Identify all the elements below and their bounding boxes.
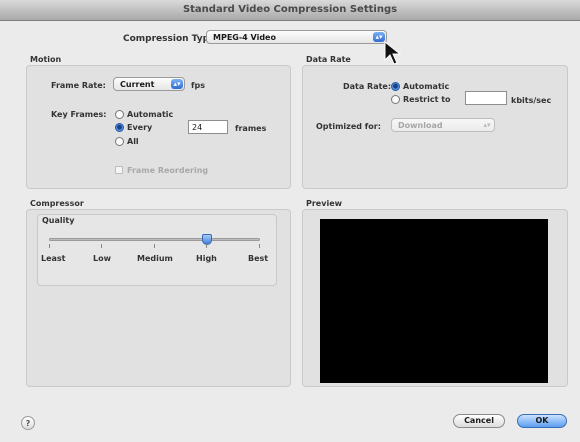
data-rate-label: Data Rate: [343,82,392,91]
optimized-for-popup[interactable]: Download ▴▾ [391,118,495,132]
quality-tick-medium: Medium [137,254,173,263]
motion-group-title: Motion [30,55,62,64]
compressor-group-title: Compressor [30,199,84,208]
quality-tick [101,244,102,248]
data-rate-restrict-radio[interactable] [391,95,400,104]
compression-type-label: Compression Type: [123,34,219,44]
quality-tick-best: Best [248,254,269,263]
quality-tick [49,244,50,248]
frame-rate-unit: fps [191,81,205,90]
cancel-button[interactable]: Cancel [453,414,505,428]
help-button[interactable]: ? [21,416,35,430]
quality-tick-low: Low [93,254,111,263]
quality-tick [259,244,260,248]
quality-tick [206,244,207,248]
data-rate-unit: kbits/sec [511,96,552,105]
frame-reordering-label: Frame Reordering [127,166,209,175]
popup-arrows-icon: ▴▾ [171,79,183,89]
key-frames-every-radio[interactable] [115,123,124,132]
key-frames-all-label: All [127,137,139,146]
frame-rate-value: Current [120,80,155,89]
window-title: Standard Video Compression Settings [182,4,398,15]
quality-tick [154,244,155,248]
ok-button[interactable]: OK [517,414,567,428]
frame-rate-label: Frame Rate: [51,81,106,90]
compression-settings-window: Standard Video Compression Settings Comp… [0,0,580,442]
quality-tick-high: High [196,254,217,263]
quality-label: Quality [42,216,75,225]
frame-reordering-checkbox[interactable] [115,166,123,174]
quality-tick-least: Least [41,254,66,263]
frame-rate-popup[interactable]: Current ▴▾ [113,77,185,91]
data-rate-group-title: Data Rate [306,55,351,64]
preview-area [320,219,548,383]
data-rate-restrict-label: Restrict to [403,95,451,104]
data-rate-restrict-field[interactable] [465,91,507,105]
key-frames-every-label: Every [127,123,153,132]
title-bar[interactable]: Standard Video Compression Settings [0,0,580,21]
optimized-for-label: Optimized for: [316,122,381,131]
key-frames-every-unit: frames [235,124,267,133]
data-rate-automatic-radio[interactable] [391,82,400,91]
key-frames-automatic-radio[interactable] [115,110,124,119]
compression-type-value: MPEG-4 Video [213,33,276,42]
popup-arrows-icon: ▴▾ [483,121,491,129]
preview-group-title: Preview [306,199,343,208]
compression-type-popup[interactable]: MPEG-4 Video ▴▾ [206,30,387,44]
mouse-pointer-icon [384,40,402,65]
key-frames-automatic-label: Automatic [127,110,174,119]
key-frames-every-field[interactable]: 24 [188,120,228,134]
key-frames-all-radio[interactable] [115,137,124,146]
optimized-for-value: Download [398,121,443,130]
data-rate-automatic-label: Automatic [403,82,450,91]
key-frames-label: Key Frames: [51,110,107,119]
quality-slider-track[interactable] [49,238,260,241]
